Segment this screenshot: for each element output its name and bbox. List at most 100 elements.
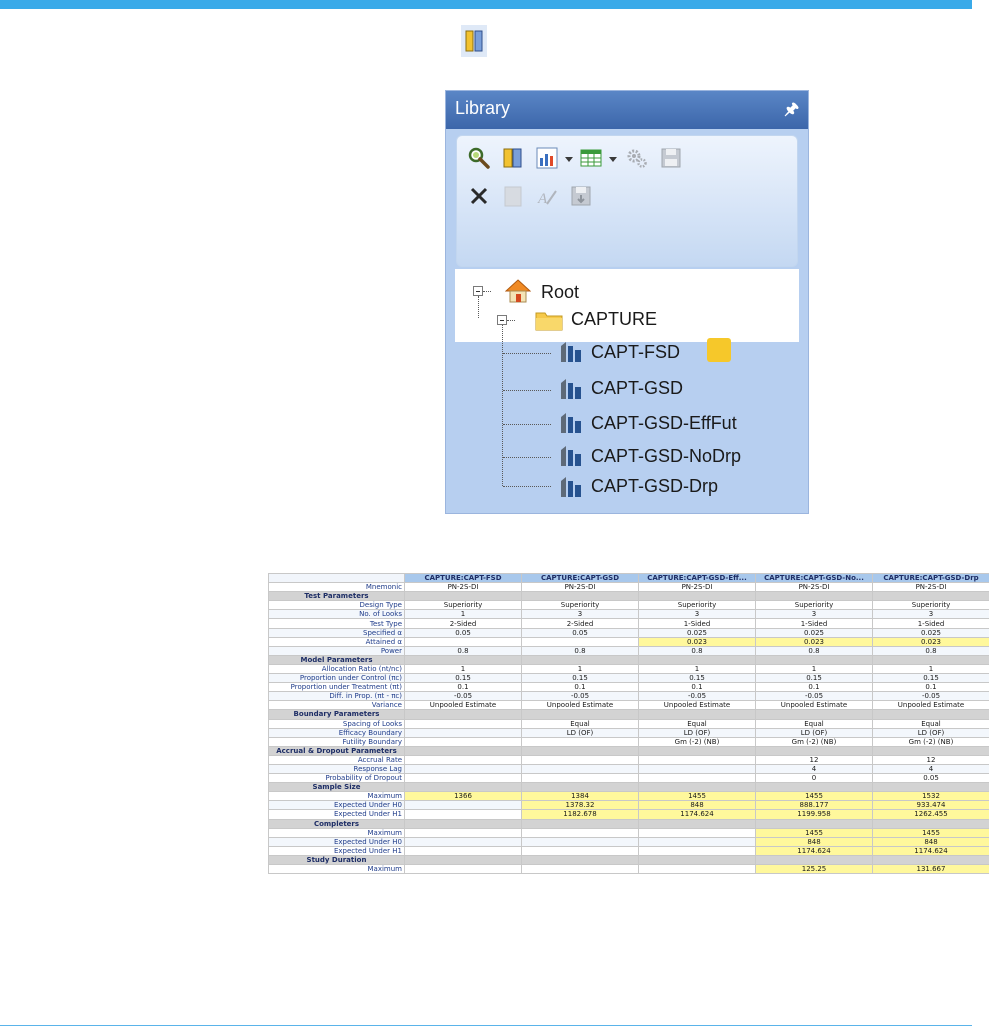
tree-item-folder[interactable]: CAPTURE	[571, 309, 657, 330]
design-icon	[557, 475, 585, 503]
value-cell: 2-Sided	[404, 618, 522, 629]
section-cell	[521, 854, 639, 866]
section-cell	[521, 591, 639, 602]
top-accent-bar	[0, 0, 972, 9]
value-cell: 1455	[755, 791, 873, 802]
value-cell	[638, 754, 756, 765]
chart-design-icon[interactable]	[499, 144, 527, 172]
settings-icon[interactable]	[623, 144, 651, 172]
value-cell: 1455	[755, 827, 873, 838]
section-cell	[638, 745, 756, 756]
row-label: Maximum	[268, 827, 405, 838]
value-cell: 3	[755, 609, 873, 620]
row-label: Attained α	[268, 636, 405, 647]
section-cell	[404, 818, 522, 829]
magnifier-icon[interactable]	[465, 144, 493, 172]
output-comparison-table: CAPTURE:CAPT-FSD CAPTURE:CAPT-GSD CAPTUR…	[268, 572, 989, 875]
design-icon	[557, 340, 585, 368]
table-corner-cell	[268, 572, 405, 584]
save-icon[interactable]	[657, 144, 685, 172]
value-cell: 848	[755, 836, 873, 847]
column-header[interactable]: CAPTURE:CAPT-GSD-Eff...	[638, 572, 756, 584]
table-row: Design Type Superiority Superiority Superio…	[268, 600, 989, 611]
column-header[interactable]: CAPTURE:CAPT-GSD-Drp	[872, 572, 989, 584]
chart-design-icon[interactable]	[461, 25, 487, 57]
value-cell	[521, 763, 639, 775]
section-cell	[404, 709, 522, 720]
pin-icon[interactable]: 🖈	[784, 98, 799, 125]
section-cell	[755, 745, 873, 756]
value-cell: LD (OF)	[521, 727, 639, 738]
plot-icon[interactable]	[533, 144, 561, 172]
table-row: Maximum 1455 1455	[268, 827, 989, 838]
section-cell	[404, 854, 522, 866]
value-cell: 1174.624	[755, 845, 873, 856]
value-cell: PN-2S-DI	[404, 582, 522, 593]
section-label: Sample Size	[268, 782, 405, 793]
section-cell	[521, 709, 639, 720]
copy-icon[interactable]	[499, 182, 527, 210]
row-label: Probability of Dropout	[268, 773, 405, 784]
value-cell: 1	[404, 663, 522, 675]
tree-item-design[interactable]: CAPT-GSD-NoDrp	[591, 446, 741, 467]
value-cell	[521, 863, 639, 875]
tree-item-design[interactable]: CAPT-GSD-EffFut	[591, 413, 737, 434]
row-label: Allocation Ratio (nt/nc)	[268, 663, 405, 675]
table-row: Accrual Rate 12 12	[268, 754, 989, 765]
section-cell	[638, 818, 756, 829]
row-label: Expected Under H0	[268, 800, 405, 811]
value-cell: 2-Sided	[521, 618, 639, 629]
note-icon[interactable]	[707, 338, 731, 362]
section-cell	[755, 591, 873, 602]
value-cell: Gm (-2) (NB)	[755, 736, 873, 747]
library-tree: Root CAPTURE CAPT-FSD CAPT-GSD CAPT-GSD-…	[455, 269, 799, 513]
table-row: Specified α 0.05 0.05 0.025 0.025 0.025	[268, 627, 989, 638]
delete-icon[interactable]	[465, 182, 493, 210]
column-header[interactable]: CAPTURE:CAPT-GSD	[521, 572, 639, 584]
tree-connector	[502, 325, 503, 486]
value-cell: 1378.32	[521, 800, 639, 811]
section-cell	[404, 591, 522, 602]
value-cell: 4	[755, 763, 873, 775]
value-cell: 0.15	[638, 673, 756, 684]
value-cell	[638, 827, 756, 838]
value-cell	[521, 636, 639, 647]
value-cell: 0.8	[638, 645, 756, 656]
rename-icon[interactable]: A	[533, 182, 561, 210]
row-label: Power	[268, 645, 405, 656]
column-header[interactable]: CAPTURE:CAPT-FSD	[404, 572, 522, 584]
tree-item-design[interactable]: CAPT-GSD-Drp	[591, 476, 718, 497]
table-icon[interactable]	[577, 144, 605, 172]
tree-connector	[503, 353, 551, 354]
value-cell: 0.15	[521, 673, 639, 684]
library-header: Library 🖈	[446, 91, 808, 129]
row-label: Accrual Rate	[268, 754, 405, 765]
save-as-icon[interactable]	[567, 182, 595, 210]
collapse-root-icon[interactable]	[473, 286, 483, 296]
section-cell	[872, 818, 989, 829]
table-row: Allocation Ratio (nt/nc) 1 1 1 1 1	[268, 663, 989, 675]
value-cell	[404, 754, 522, 765]
home-icon	[504, 279, 532, 307]
tree-item-design[interactable]: CAPT-FSD	[591, 342, 680, 363]
value-cell: 0.025	[638, 627, 756, 638]
row-label: Response Lag	[268, 763, 405, 775]
row-label: Mnemonic	[268, 582, 405, 593]
column-header[interactable]: CAPTURE:CAPT-GSD-No...	[755, 572, 873, 584]
collapse-folder-icon[interactable]	[497, 315, 507, 325]
plot-dropdown-icon[interactable]	[565, 157, 573, 162]
tree-connector	[483, 291, 491, 292]
value-cell: Superiority	[872, 600, 989, 611]
table-section-row: Test Parameters	[268, 591, 989, 602]
value-cell: 0.8	[404, 645, 522, 656]
value-cell: Unpooled Estimate	[521, 700, 639, 711]
tree-item-design[interactable]: CAPT-GSD	[591, 378, 683, 399]
value-cell: Unpooled Estimate	[404, 700, 522, 711]
table-dropdown-icon[interactable]	[609, 157, 617, 162]
value-cell: 1174.624	[872, 845, 989, 856]
value-cell: Equal	[872, 718, 989, 729]
value-cell	[404, 763, 522, 775]
bottom-rule	[0, 1025, 972, 1026]
tree-item-root[interactable]: Root	[541, 282, 579, 303]
value-cell: 1	[638, 663, 756, 675]
